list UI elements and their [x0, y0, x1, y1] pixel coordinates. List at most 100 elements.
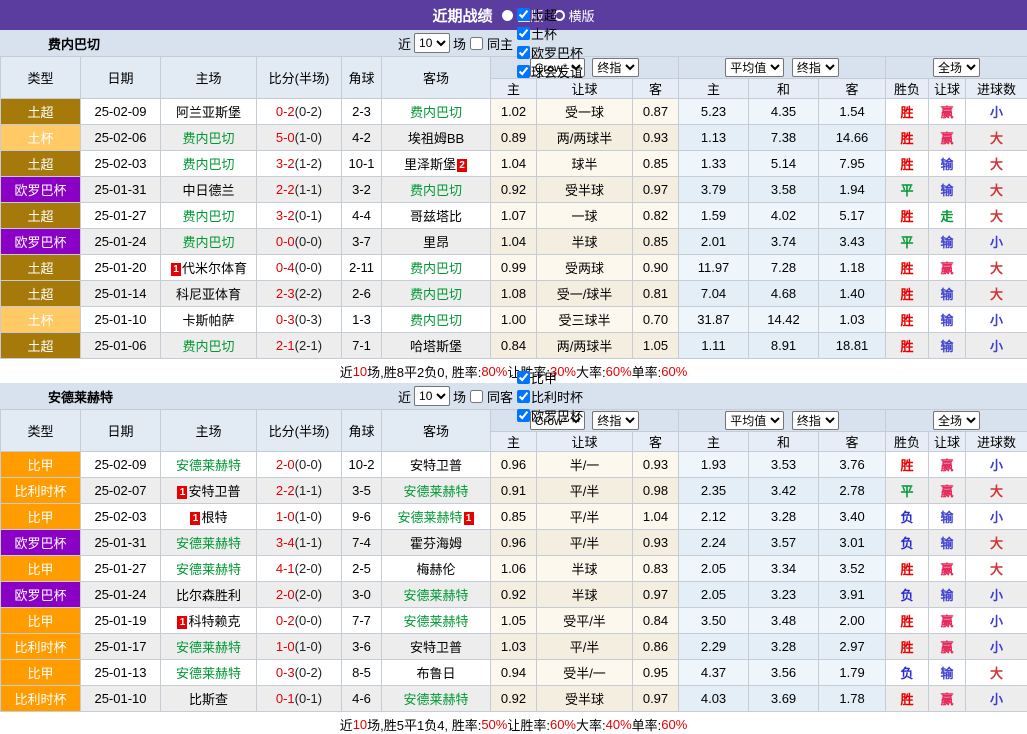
match-row: 土杯25-02-06费内巴切5-0(1-0)4-2埃祖姆BB0.89两/两球半0… [1, 125, 1027, 151]
avg-draw: 3.42 [749, 478, 819, 504]
same-venue-checkbox[interactable] [470, 37, 483, 50]
result-handicap: 走 [929, 203, 966, 229]
away-team: 费内巴切 [382, 177, 491, 203]
score-halftime: (1-1) [295, 535, 322, 550]
odds-home: 0.92 [491, 582, 537, 608]
corners: 7-4 [342, 530, 382, 556]
avg-draw: 3.48 [749, 608, 819, 634]
league-checkbox[interactable] [517, 409, 530, 422]
league-checkbox[interactable] [517, 65, 530, 78]
avg-home: 3.50 [679, 608, 749, 634]
near-label: 近 [398, 387, 411, 406]
avg-away: 3.43 [819, 229, 886, 255]
col-home: 主场 [161, 410, 257, 452]
final-odds-select[interactable]: 终指 [592, 58, 639, 77]
odds-home: 1.04 [491, 229, 537, 255]
result-outcome-value: 胜 [901, 287, 914, 302]
score-fulltime: 0-2 [276, 104, 295, 119]
match-score: 0-2(0-2) [257, 99, 342, 125]
team-name: 埃祖姆BB [408, 131, 464, 146]
result-outcome: 胜 [886, 255, 929, 281]
average-select[interactable]: 平均值 [725, 411, 784, 430]
red-card-badge: 1 [190, 512, 200, 525]
result-goals-value: 小 [990, 588, 1003, 603]
sub-home: 主 [491, 432, 537, 452]
average-select[interactable]: 平均值 [725, 58, 784, 77]
league-checkbox-option[interactable]: 欧罗巴杯 [516, 406, 583, 425]
match-row: 欧罗巴杯25-01-24比尔森胜利2-0(2-0)3-0安德莱赫特0.92半球0… [1, 582, 1027, 608]
avg-home: 3.79 [679, 177, 749, 203]
odds-home: 1.00 [491, 307, 537, 333]
league-checkbox[interactable] [517, 27, 530, 40]
corners: 3-5 [342, 478, 382, 504]
result-handicap-value: 赢 [941, 261, 954, 276]
league-checkbox-option[interactable]: 土超 [516, 5, 583, 24]
league-checkbox[interactable] [517, 371, 530, 384]
team-name: 安德莱赫特 [403, 588, 468, 603]
league-checkbox-option[interactable]: 土杯 [516, 24, 583, 43]
final-odds-select-2[interactable]: 终指 [792, 411, 839, 430]
result-handicap: 赢 [929, 452, 966, 478]
score-halftime: (0-2) [295, 665, 322, 680]
league-checkbox[interactable] [517, 46, 530, 59]
result-goals-value: 小 [990, 339, 1003, 354]
same-venue-checkbox[interactable] [470, 390, 483, 403]
games-count-select[interactable]: 10 [414, 386, 450, 406]
match-row: 比甲25-02-09安德莱赫特2-0(0-0)10-2安特卫普0.96半/一0.… [1, 452, 1027, 478]
final-odds-select-2[interactable]: 终指 [792, 58, 839, 77]
avg-away: 1.94 [819, 177, 886, 203]
league-checkbox-option[interactable]: 欧罗巴杯 [516, 43, 583, 62]
team-name: 费内巴切 [182, 339, 234, 354]
matches-label: 场 [453, 34, 466, 53]
result-goals: 小 [966, 99, 1027, 125]
league-checkbox[interactable] [517, 390, 530, 403]
match-score: 2-2(1-1) [257, 177, 342, 203]
result-goals: 大 [966, 125, 1027, 151]
result-goals-value: 大 [990, 131, 1003, 146]
result-outcome: 负 [886, 582, 929, 608]
result-handicap-value: 输 [941, 157, 954, 172]
match-score: 0-4(0-0) [257, 255, 342, 281]
games-count-select[interactable]: 10 [414, 33, 450, 53]
odds-home: 0.84 [491, 333, 537, 359]
away-team: 安德莱赫特 [382, 608, 491, 634]
odds-away: 0.85 [633, 229, 679, 255]
odds-away: 0.93 [633, 530, 679, 556]
league-checkbox-option[interactable]: 球会友谊 [516, 62, 583, 81]
home-team: 1根特 [161, 504, 257, 530]
score-halftime: (0-0) [295, 234, 322, 249]
result-outcome-value: 胜 [901, 614, 914, 629]
league-badge: 土杯 [1, 307, 81, 333]
result-goals: 小 [966, 634, 1027, 660]
away-team: 费内巴切 [382, 307, 491, 333]
league-checkbox-option[interactable]: 比甲 [516, 368, 583, 387]
scope-group-header: 全场 [886, 57, 1027, 79]
avg-draw: 3.74 [749, 229, 819, 255]
result-goals: 小 [966, 333, 1027, 359]
match-score: 3-4(1-1) [257, 530, 342, 556]
avg-draw: 5.14 [749, 151, 819, 177]
odds-away: 0.93 [633, 452, 679, 478]
scope-select[interactable]: 全场 [933, 58, 980, 77]
match-date: 25-01-20 [81, 255, 161, 281]
avg-home: 2.35 [679, 478, 749, 504]
league-checkbox-option[interactable]: 比利时杯 [516, 387, 583, 406]
league-checkbox[interactable] [517, 8, 530, 21]
red-card-badge: 1 [177, 616, 187, 629]
away-team: 埃祖姆BB [382, 125, 491, 151]
handicap-line: 受一球 [537, 99, 633, 125]
summary-text: 近 [340, 715, 353, 734]
avg-away: 14.66 [819, 125, 886, 151]
final-odds-select[interactable]: 终指 [592, 411, 639, 430]
section-header-fenerbahce: 费内巴切 近 10 场 同主 土超土杯欧罗巴杯球会友谊 [0, 30, 1027, 56]
scope-select[interactable]: 全场 [933, 411, 980, 430]
score-fulltime: 2-1 [276, 338, 295, 353]
col-corners: 角球 [342, 57, 382, 99]
avg-away: 1.18 [819, 255, 886, 281]
team-title: 安德莱赫特 [48, 387, 113, 406]
sub-handicap-result: 让球 [929, 79, 966, 99]
sub-avg-draw: 和 [749, 432, 819, 452]
avg-away: 1.79 [819, 660, 886, 686]
match-date: 25-01-31 [81, 530, 161, 556]
avg-draw: 7.28 [749, 255, 819, 281]
